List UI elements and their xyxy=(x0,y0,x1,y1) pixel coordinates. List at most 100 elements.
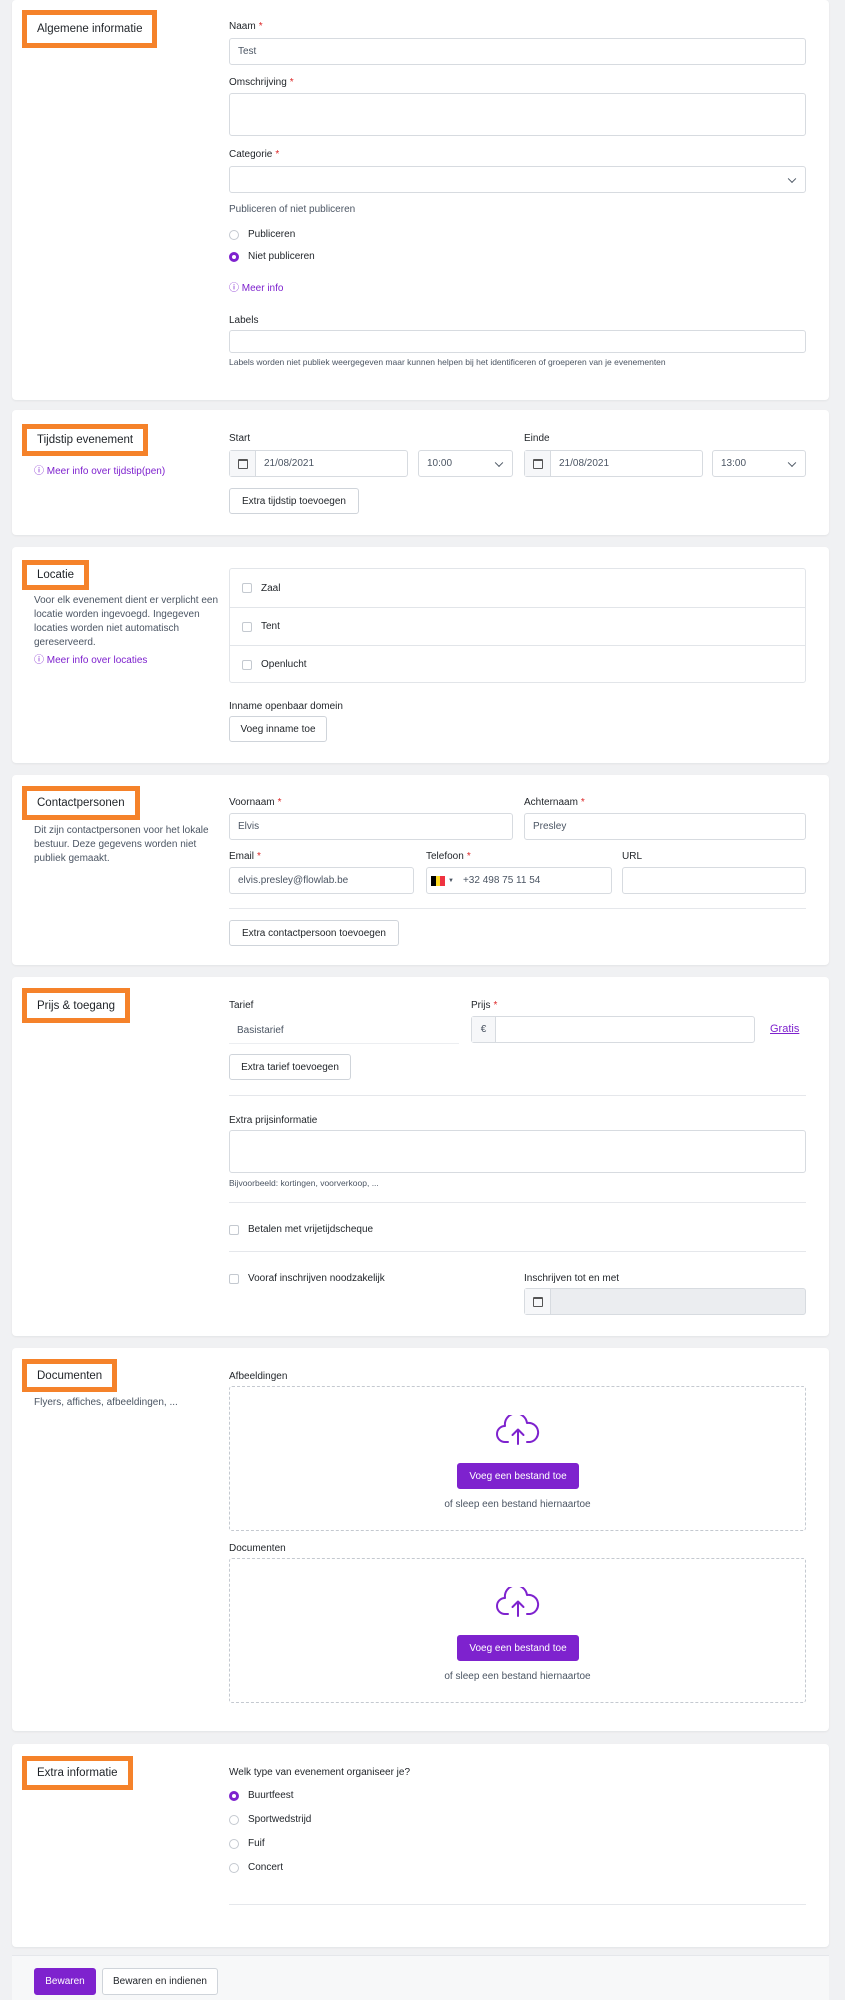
radio-icon xyxy=(229,229,239,240)
section-title-location: Locatie xyxy=(22,560,90,590)
radio-selected-icon xyxy=(229,1790,239,1801)
location-option-zaal[interactable]: Zaal xyxy=(230,569,805,607)
url-input[interactable] xyxy=(622,867,806,894)
price-label: Prijs * xyxy=(471,1000,498,1011)
currency-addon: € xyxy=(472,1017,496,1042)
start-date-input[interactable]: 21/08/2021 xyxy=(229,450,408,477)
email-label: Email * xyxy=(229,851,261,862)
category-label: Categorie * xyxy=(229,149,280,160)
description-label: Omschrijving * xyxy=(229,77,294,88)
name-label: Naam * xyxy=(229,21,263,32)
checkbox-icon xyxy=(242,659,252,670)
registration-checkbox[interactable]: Vooraf inschrijven noodzakelijk xyxy=(229,1273,385,1284)
calendar-icon xyxy=(525,451,551,476)
general-info-card: Algemene informatie Naam * Test Omschrijv… xyxy=(12,0,829,400)
publish-label: Publiceren of niet publiceren xyxy=(229,204,356,215)
radio-publish[interactable]: Publiceren xyxy=(229,229,295,240)
name-input[interactable]: Test xyxy=(229,38,806,65)
add-public-domain-button[interactable]: Voeg inname toe xyxy=(229,716,327,742)
description-textarea[interactable] xyxy=(229,93,806,136)
firstname-input[interactable]: Elvis xyxy=(229,813,513,840)
save-button[interactable]: Bewaren xyxy=(34,1968,96,1995)
checkbox-icon xyxy=(229,1224,239,1235)
extra-price-help: Bijvoorbeeld: kortingen, voorverkoop, ..… xyxy=(229,1178,379,1188)
cloud-upload-icon xyxy=(495,1587,539,1617)
docs-dropzone[interactable]: Voeg een bestand toe of sleep een bestan… xyxy=(229,1558,806,1703)
timing-more-info-link[interactable]: ⓘ Meer info over tijdstip(pen) xyxy=(34,462,165,477)
tariff-label: Tarief xyxy=(229,1000,254,1011)
labels-help-text: Labels worden niet publiek weergegeven m… xyxy=(229,357,666,367)
location-options: Zaal Tent Openlucht xyxy=(229,568,806,683)
voucher-checkbox[interactable]: Betalen met vrijetijdscheque xyxy=(229,1224,373,1235)
radio-icon xyxy=(229,1814,239,1825)
category-select[interactable] xyxy=(229,166,806,193)
add-contact-button[interactable]: Extra contactpersoon toevoegen xyxy=(229,920,399,946)
extra-info-card: Extra informatie Welk type van evenement… xyxy=(12,1744,829,1947)
divider xyxy=(229,1251,806,1252)
caret-down-icon: ▼ xyxy=(448,877,454,884)
end-date-input[interactable]: 21/08/2021 xyxy=(524,450,703,477)
phone-input[interactable]: ▼ +32 498 75 11 54 xyxy=(426,867,612,894)
upload-document-button[interactable]: Voeg een bestand toe xyxy=(457,1635,579,1661)
section-title-documents: Documenten xyxy=(22,1359,118,1392)
pricing-card: Prijs & toegang Tarief Basistarief Prijs… xyxy=(12,977,829,1336)
documents-card: Documenten Flyers, affiches, afbeeldinge… xyxy=(12,1348,829,1731)
timing-card: Tijdstip evenement ⓘ Meer info over tijd… xyxy=(12,410,829,535)
location-option-openlucht[interactable]: Openlucht xyxy=(230,645,805,683)
section-title-pricing: Prijs & toegang xyxy=(22,988,130,1023)
docs-drop-hint: of sleep een bestand hiernaartoe xyxy=(444,1671,591,1682)
labels-input[interactable] xyxy=(229,330,806,353)
images-drop-hint: of sleep een bestand hiernaartoe xyxy=(444,1499,591,1510)
save-and-submit-button[interactable]: Bewaren en indienen xyxy=(102,1968,218,1995)
section-title-timing: Tijdstip evenement xyxy=(22,424,149,456)
event-type-question: Welk type van evenement organiseer je? xyxy=(229,1767,411,1778)
start-time-select[interactable]: 10:00 xyxy=(418,450,513,477)
contacts-card: Contactpersonen Dit zijn contactpersonen… xyxy=(12,775,829,965)
section-title-general: Algemene informatie xyxy=(22,10,158,48)
free-link[interactable]: Gratis xyxy=(770,1023,799,1035)
extra-price-label: Extra prijsinformatie xyxy=(229,1115,318,1126)
add-tariff-button[interactable]: Extra tarief toevoegen xyxy=(229,1054,351,1080)
section-title-extra: Extra informatie xyxy=(22,1756,133,1790)
footer-bar: Bewaren Bewaren en indienen xyxy=(12,1955,829,2000)
labels-label: Labels xyxy=(229,315,259,326)
radio-not-publish[interactable]: Niet publiceren xyxy=(229,251,315,262)
add-timeslot-button[interactable]: Extra tijdstip toevoegen xyxy=(229,488,359,514)
location-card: Locatie Voor elk evenement dient er verp… xyxy=(12,547,829,763)
upload-image-button[interactable]: Voeg een bestand toe xyxy=(457,1463,579,1489)
calendar-icon xyxy=(230,451,256,476)
location-more-info-link[interactable]: ⓘ Meer info over locaties xyxy=(34,651,147,666)
calendar-icon xyxy=(525,1289,551,1314)
chevron-down-icon xyxy=(787,458,797,467)
start-label: Start xyxy=(229,433,251,444)
lastname-input[interactable]: Presley xyxy=(524,813,806,840)
general-more-info-link[interactable]: ⓘ Meer info xyxy=(229,279,283,294)
radio-icon xyxy=(229,1838,239,1849)
docs-label: Documenten xyxy=(229,1543,286,1554)
firstname-label: Voornaam * xyxy=(229,797,282,808)
belgium-flag-icon[interactable] xyxy=(431,875,446,886)
tariff-value: Basistarief xyxy=(229,1018,459,1044)
divider xyxy=(229,1095,806,1096)
end-time-select[interactable]: 13:00 xyxy=(712,450,806,477)
public-domain-label: Inname openbaar domein xyxy=(229,701,343,712)
registration-until-input[interactable] xyxy=(524,1288,806,1315)
extra-price-textarea[interactable] xyxy=(229,1130,806,1173)
email-input[interactable]: elvis.presley@flowlab.be xyxy=(229,867,414,894)
section-title-contacts: Contactpersonen xyxy=(22,786,140,820)
radio-concert[interactable]: Concert xyxy=(229,1862,283,1873)
end-label: Einde xyxy=(524,433,550,444)
location-option-tent[interactable]: Tent xyxy=(230,607,805,645)
registration-until-label: Inschrijven tot en met xyxy=(524,1273,620,1284)
radio-buurtfeest[interactable]: Buurtfeest xyxy=(229,1790,294,1801)
price-input[interactable]: € xyxy=(471,1016,755,1043)
images-label: Afbeeldingen xyxy=(229,1371,288,1382)
phone-label: Telefoon * xyxy=(426,851,471,862)
radio-sportwedstrijd[interactable]: Sportwedstrijd xyxy=(229,1814,311,1825)
location-description: Voor elk evenement dient er verplicht ee… xyxy=(34,595,218,648)
images-dropzone[interactable]: Voeg een bestand toe of sleep een bestan… xyxy=(229,1386,806,1531)
radio-fuif[interactable]: Fuif xyxy=(229,1838,265,1849)
radio-selected-icon xyxy=(229,251,239,262)
contacts-description: Dit zijn contactpersonen voor het lokale… xyxy=(34,825,209,864)
documents-description: Flyers, affiches, afbeeldingen, ... xyxy=(34,1397,178,1408)
